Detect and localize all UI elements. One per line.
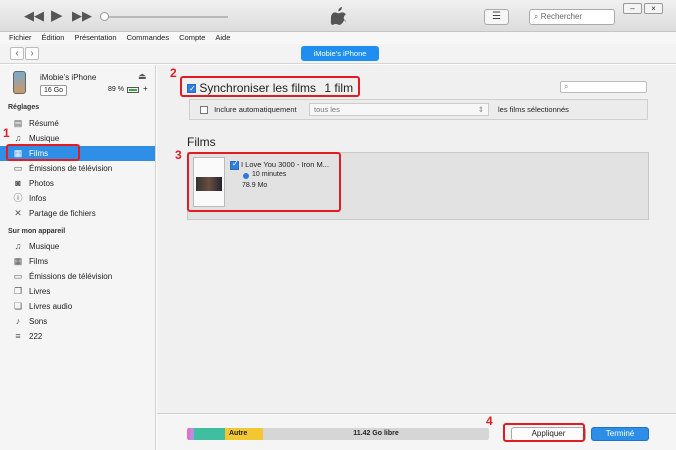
- sidebar-item-label: Émissions de télévision: [29, 164, 113, 173]
- minimize-button[interactable]: –: [623, 3, 642, 14]
- sidebar-item-info[interactable]: ⓘ Infos: [0, 191, 155, 206]
- annotation-number-1: 1: [3, 126, 10, 140]
- annotation-box-sync: [180, 76, 360, 97]
- sidebar-item-playlist-222[interactable]: ≡ 222: [0, 329, 155, 344]
- sidebar-item-photos[interactable]: ◙ Photos: [0, 176, 155, 191]
- camera-icon: ◙: [15, 178, 21, 188]
- sidebar-item-device-films[interactable]: ▦ Films: [0, 254, 155, 269]
- search-icon: ⌕: [534, 12, 539, 21]
- section-device-label: Sur mon appareil: [8, 228, 66, 235]
- include-scope-select[interactable]: tous les ⇕: [309, 103, 489, 116]
- sidebar-item-label: Partage de fichiers: [29, 209, 96, 218]
- device-name: iMobie’s iPhone: [40, 73, 97, 82]
- sidebar-item-label: Infos: [29, 194, 47, 203]
- sidebar-item-device-tv[interactable]: ▭ Émissions de télévision: [0, 269, 155, 284]
- include-auto-row: Inclure automatiquement tous les ⇕ les f…: [189, 99, 648, 120]
- menu-view[interactable]: Présentation: [74, 32, 116, 44]
- fast-forward-icon[interactable]: ▶▶: [72, 9, 92, 23]
- sidebar-item-device-audiobooks[interactable]: ❏ Livres audio: [0, 299, 155, 314]
- playback-progress-track: [100, 16, 228, 18]
- storage-free: 11.42 Go libre: [263, 428, 489, 440]
- file-sharing-icon: ✕: [14, 208, 22, 218]
- main-panel: Synchroniser les films 1 film ⌕ Inclure …: [157, 65, 676, 413]
- menu-controls[interactable]: Commandes: [127, 32, 170, 44]
- book-icon: ❐: [13, 286, 23, 296]
- section-settings-label: Réglages: [8, 104, 40, 111]
- forward-arrow-icon[interactable]: ›: [25, 47, 39, 60]
- music-icon: ♫: [14, 241, 22, 251]
- navigation-bar: ‹ › iMobie’s iPhone: [0, 44, 676, 64]
- search-field[interactable]: ⌕ Rechercher: [529, 9, 615, 25]
- annotation-number-2: 2: [170, 66, 177, 80]
- iphone-icon: [13, 71, 26, 94]
- tv-icon: ▭: [13, 271, 23, 281]
- include-scope-value: tous les: [314, 105, 340, 114]
- annotation-box-apply: [503, 423, 585, 442]
- play-icon[interactable]: ▶: [51, 8, 63, 23]
- sidebar-item-label: Films: [29, 257, 49, 266]
- sidebar-item-tv-shows[interactable]: ▭ Émissions de télévision: [0, 161, 155, 176]
- search-icon: ⌕: [564, 82, 569, 91]
- include-auto-label: Inclure automatiquement: [214, 105, 297, 114]
- menu-help[interactable]: Aide: [215, 32, 230, 44]
- close-button[interactable]: ×: [644, 3, 663, 14]
- playback-scrubber[interactable]: [100, 12, 109, 21]
- films-search-field[interactable]: ⌕: [560, 81, 647, 93]
- battery-icon: [127, 87, 139, 93]
- menu-bar: Fichier Édition Présentation Commandes C…: [0, 32, 676, 44]
- film-icon: ▦: [13, 256, 23, 266]
- films-heading: Films: [187, 135, 216, 149]
- rewind-icon[interactable]: ◀◀: [24, 9, 44, 23]
- storage-segment-other: Autre: [225, 428, 263, 440]
- player-toolbar: ◀◀ ▶ ▶▶ ☰ ⌕ Rechercher – ×: [0, 0, 676, 32]
- sidebar-item-label: Musique: [29, 242, 60, 251]
- include-suffix-label: les films sélectionnés: [498, 105, 569, 114]
- sidebar: iMobie’s iPhone ⏏ 16 Go 89 % + Réglages …: [0, 65, 156, 450]
- sidebar-item-device-books[interactable]: ❐ Livres: [0, 284, 155, 299]
- device-pill[interactable]: iMobie’s iPhone: [301, 46, 379, 61]
- menu-account[interactable]: Compte: [179, 32, 205, 44]
- sidebar-item-label: Livres: [29, 287, 51, 296]
- annotation-number-3: 3: [175, 148, 182, 162]
- summary-icon: ▤: [13, 118, 23, 128]
- annotation-box-films: [6, 144, 80, 161]
- menu-edit[interactable]: Édition: [42, 32, 65, 44]
- capacity-badge: 16 Go: [40, 85, 68, 96]
- sidebar-item-device-tones[interactable]: ♪ Sons: [0, 314, 155, 329]
- search-placeholder: Rechercher: [540, 12, 583, 21]
- sidebar-item-label: Livres audio: [29, 302, 73, 311]
- storage-segment-apps: [194, 428, 225, 440]
- sidebar-item-label: Sons: [29, 317, 48, 326]
- list-view-button[interactable]: ☰: [484, 9, 509, 25]
- sidebar-item-label: 222: [29, 332, 43, 341]
- annotation-box-movie: [187, 152, 341, 212]
- eject-icon[interactable]: ⏏: [138, 71, 147, 82]
- include-auto-checkbox[interactable]: [200, 106, 208, 115]
- sidebar-item-label: Émissions de télévision: [29, 272, 113, 281]
- battery-percent: 89 %: [108, 86, 124, 93]
- bell-icon: ♪: [15, 316, 21, 326]
- menu-file[interactable]: Fichier: [9, 32, 32, 44]
- bottom-bar: Autre 11.42 Go libre Appliquer Terminé: [157, 413, 676, 450]
- sidebar-item-device-music[interactable]: ♫ Musique: [0, 239, 155, 254]
- charging-icon: +: [143, 84, 148, 93]
- apple-logo-icon: [330, 7, 346, 25]
- back-arrow-icon[interactable]: ‹: [10, 47, 24, 60]
- info-icon: ⓘ: [13, 193, 23, 203]
- storage-bar: Autre 11.42 Go libre: [187, 428, 489, 440]
- audiobook-icon: ❏: [13, 301, 23, 311]
- annotation-number-4: 4: [486, 414, 493, 428]
- sidebar-item-label: Résumé: [29, 119, 59, 128]
- sidebar-item-summary[interactable]: ▤ Résumé: [0, 116, 155, 131]
- done-button[interactable]: Terminé: [591, 427, 649, 441]
- include-auto-option[interactable]: Inclure automatiquement: [200, 105, 297, 115]
- sidebar-item-label: Photos: [29, 179, 54, 188]
- sidebar-item-file-sharing[interactable]: ✕ Partage de fichiers: [0, 206, 155, 221]
- playlist-icon: ≡: [15, 331, 21, 341]
- tv-icon: ▭: [13, 163, 23, 173]
- chevron-updown-icon: ⇕: [477, 105, 484, 114]
